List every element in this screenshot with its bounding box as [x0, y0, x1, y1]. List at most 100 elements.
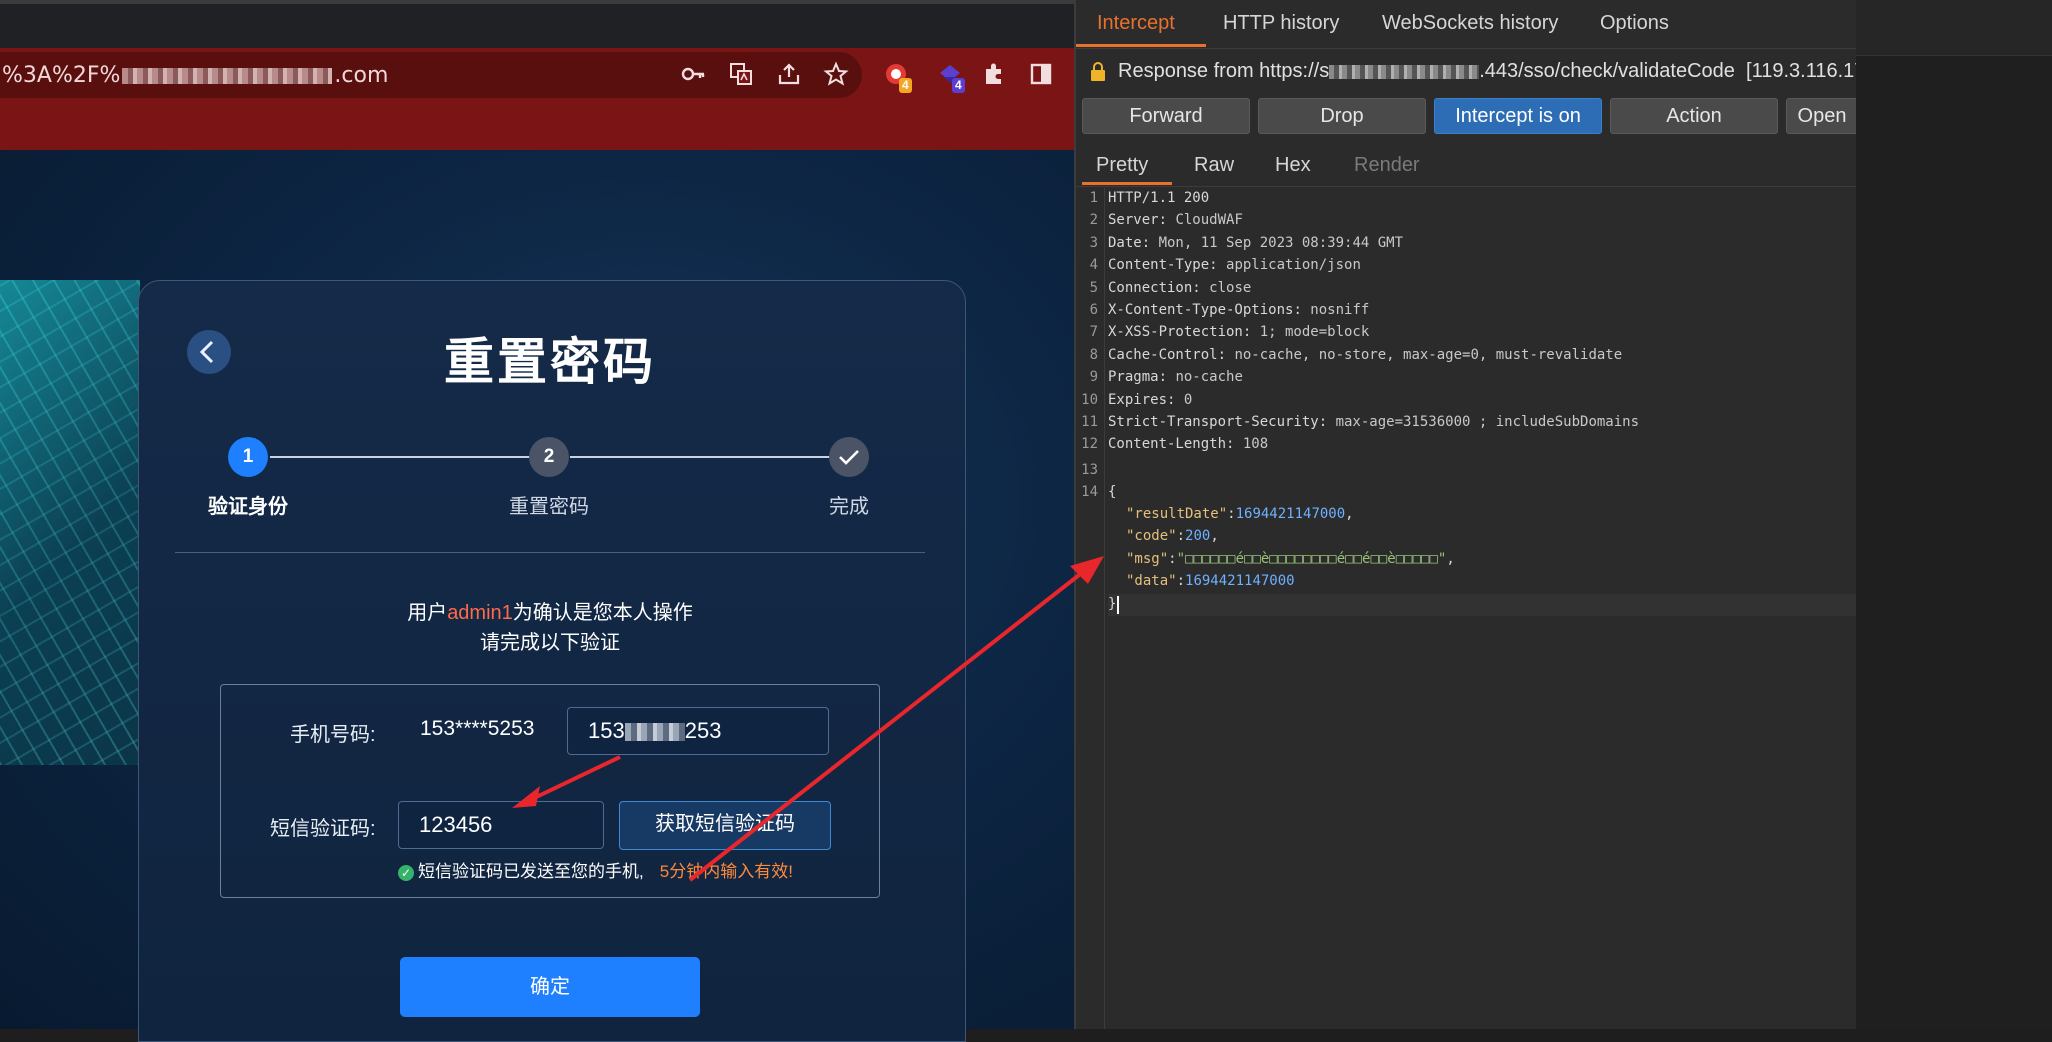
json-field-line: "code":200, [1126, 528, 1219, 545]
http-header-line: Content-Type: application/json [1108, 257, 1361, 274]
header-value: close [1209, 279, 1252, 296]
line-number: 9 [1089, 369, 1098, 386]
page-title: 重置密码 [444, 334, 656, 390]
line-number: 11 [1081, 414, 1098, 430]
instruction-prefix: 用户 [407, 602, 448, 624]
header-value: 0 [1183, 391, 1193, 408]
extension-badge-1: 4 [899, 78, 912, 93]
header-value: 1; mode=block [1259, 324, 1370, 341]
http-header-line: Pragma: no-cache [1108, 369, 1243, 386]
json-key: "data" [1126, 573, 1177, 590]
subtab-pretty[interactable]: Pretty [1096, 154, 1148, 177]
phone-input-tail: 253 [684, 718, 722, 743]
sms-code-input[interactable]: 123456 [398, 801, 604, 849]
tab-options[interactable]: Options [1600, 12, 1669, 35]
http-header-line: Cache-Control: no-cache, no-store, max-a… [1108, 346, 1623, 363]
line-number: 2 [1089, 212, 1098, 229]
header-name: X-Content-Type-Options [1108, 302, 1294, 318]
bookmark-star-icon[interactable] [822, 61, 850, 89]
tab-http-history[interactable]: HTTP history [1223, 12, 1339, 35]
json-separator: , [1446, 550, 1455, 567]
phone-masked: 153****5253 [420, 717, 535, 740]
back-button[interactable] [187, 330, 231, 374]
header-value: no-cache, no-store, max-age=0, must-reva… [1234, 346, 1623, 363]
subtab-hex[interactable]: Hex [1275, 154, 1311, 177]
phone-input[interactable]: 153 253 [567, 707, 829, 755]
instruction-line-2: 请完成以下验证 [480, 632, 620, 654]
step-connector-2 [570, 456, 830, 458]
active-subtab-indicator [1082, 182, 1172, 185]
sms-sent-notice: ✓ 短信验证码已发送至您的手机, 5分钟内输入有效! [398, 857, 793, 882]
forward-button[interactable]: Forward [1082, 98, 1250, 134]
line-number: 13 [1081, 462, 1098, 478]
json-field-line: "msg":"□□□□□□é□□è□□□□□□□□é□□é□□è□□□□□", [1126, 550, 1455, 567]
header-name: Content-Length [1108, 436, 1227, 453]
chevron-left-icon [199, 340, 214, 364]
header-value: nosniff [1310, 302, 1370, 318]
header-value: max-age=31536000 ; includeSubDomains [1335, 414, 1640, 430]
json-separator: , [1345, 506, 1354, 522]
json-value: 1694421147000 [1235, 506, 1346, 522]
confirm-button[interactable]: 确定 [400, 957, 700, 1017]
header-value: 108 [1242, 436, 1269, 453]
action-button[interactable]: Action [1610, 98, 1778, 134]
response-path: .443/sso/check/validateCode [1479, 60, 1735, 82]
subtab-render[interactable]: Render [1354, 154, 1420, 177]
active-tab-indicator [1076, 44, 1206, 47]
header-name: HTTP/1.1 200 [1108, 190, 1210, 206]
step-connector-1 [270, 456, 530, 458]
username: admin1 [447, 602, 513, 624]
response-ip: [119.3.116.17 [1746, 60, 1866, 82]
http-header-line: Strict-Transport-Security: max-age=31536… [1108, 414, 1640, 430]
step-1-label: 验证身份 [208, 496, 288, 518]
line-number: 7 [1089, 324, 1098, 341]
share-icon[interactable] [775, 61, 803, 89]
line-number: 5 [1089, 279, 1098, 296]
http-header-line: Server: CloudWAF [1108, 212, 1243, 229]
translate-icon[interactable] [727, 61, 755, 89]
line-number: 14 [1081, 484, 1098, 500]
tab-intercept[interactable]: Intercept [1097, 12, 1175, 35]
json-value: 1694421147000 [1185, 573, 1295, 590]
divider [175, 552, 925, 553]
line-number: 1 [1089, 190, 1098, 206]
header-value: application/json [1226, 257, 1361, 274]
header-name: Cache-Control [1108, 346, 1218, 363]
sent-notice-validity: 5分钟内输入有效! [659, 862, 793, 881]
header-name: Connection [1108, 279, 1193, 296]
line-number: 8 [1089, 346, 1098, 363]
message-view-tabs [1076, 146, 1856, 187]
text-caret [1117, 596, 1119, 614]
desktop-background [1856, 0, 2052, 1029]
json-field-line: "resultDate":1694421147000, [1126, 506, 1354, 522]
drop-button[interactable]: Drop [1258, 98, 1426, 134]
get-sms-code-button[interactable]: 获取短信验证码 [619, 801, 831, 850]
http-header-line: Expires: 0 [1108, 391, 1193, 408]
open-browser-button[interactable]: Open [1786, 98, 1857, 134]
browser-tab-strip [0, 0, 1074, 48]
subtab-raw[interactable]: Raw [1194, 154, 1234, 177]
phone-label: 手机号码: [290, 724, 376, 746]
url-text[interactable]: %3A%2F% .com [2, 63, 388, 88]
http-header-line: Connection: close [1108, 279, 1252, 296]
extension-badge-2: 4 [952, 78, 965, 93]
json-key: "code" [1126, 528, 1177, 545]
json-value: 200 [1185, 528, 1211, 545]
check-icon [839, 450, 859, 465]
line-number: 4 [1089, 257, 1098, 274]
tab-websockets-history[interactable]: WebSockets history [1382, 12, 1558, 35]
header-name: Pragma [1108, 369, 1159, 386]
http-header-line: Date: Mon, 11 Sep 2023 08:39:44 GMT [1108, 234, 1404, 251]
side-panel-icon[interactable] [1027, 61, 1055, 89]
header-value: Mon, 11 Sep 2023 08:39:44 GMT [1158, 234, 1404, 251]
success-check-icon: ✓ [398, 864, 414, 881]
intercept-toggle-button[interactable]: Intercept is on [1434, 98, 1602, 134]
current-line-highlight [1108, 594, 1856, 616]
json-value: "□□□□□□é□□è□□□□□□□□é□□é□□è□□□□□" [1176, 550, 1447, 567]
key-icon[interactable] [679, 61, 707, 89]
extensions-puzzle-icon[interactable] [980, 61, 1008, 89]
response-from-text: Response from https://s [1118, 60, 1330, 82]
json-separator: , [1210, 528, 1219, 545]
instruction-suffix: 为确认是您本人操作 [512, 602, 693, 624]
json-key: "msg" [1126, 550, 1169, 567]
